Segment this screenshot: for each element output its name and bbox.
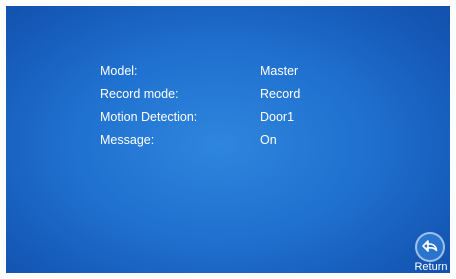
return-label: Return bbox=[414, 261, 448, 273]
return-button[interactable]: Return bbox=[410, 232, 450, 273]
setting-label-motion-detection: Motion Detection: bbox=[100, 110, 198, 124]
setting-row-motion-detection: Motion Detection: Door1 bbox=[100, 109, 360, 132]
setting-row-model: Model: Master bbox=[100, 63, 360, 86]
setting-label-record-mode: Record mode: bbox=[100, 87, 179, 101]
setting-value-model: Master bbox=[260, 64, 299, 78]
setting-row-message: Message: On bbox=[100, 132, 360, 155]
settings-info-list: Model: Master Record mode: Record Motion… bbox=[100, 63, 360, 155]
return-icon[interactable] bbox=[415, 232, 445, 262]
setting-value-motion-detection: Door1 bbox=[260, 110, 295, 124]
setting-row-record-mode: Record mode: Record bbox=[100, 86, 360, 109]
setting-value-message: On bbox=[260, 133, 277, 147]
setting-value-record-mode: Record bbox=[260, 87, 301, 101]
setting-label-model: Model: bbox=[100, 64, 138, 78]
settings-screen: Model: Master Record mode: Record Motion… bbox=[6, 6, 450, 273]
setting-label-message: Message: bbox=[100, 133, 155, 147]
return-arrow-icon bbox=[422, 240, 438, 252]
